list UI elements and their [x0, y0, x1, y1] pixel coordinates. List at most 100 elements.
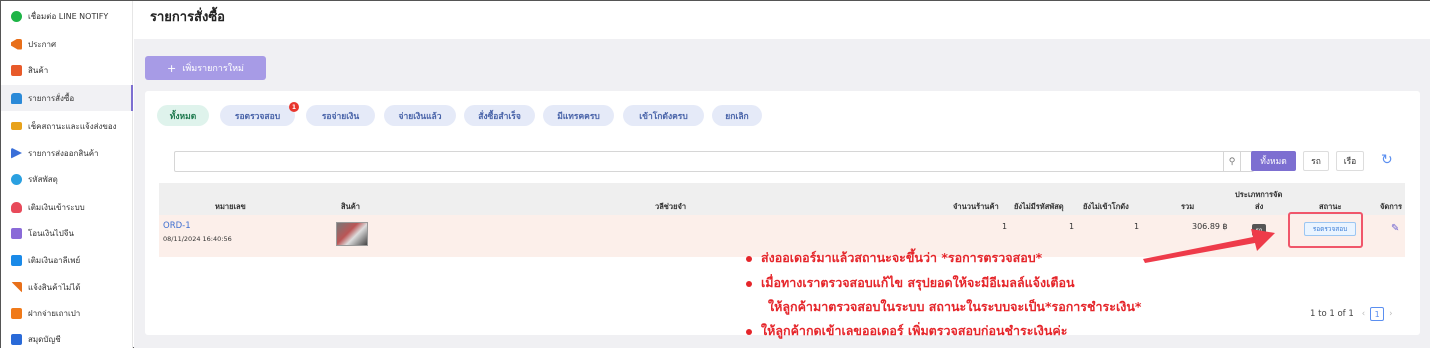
sidebar-item-account-book[interactable]: สมุดบัญชี	[1, 326, 133, 348]
search-icon: ⚲	[1228, 156, 1236, 167]
sidebar-item-label: เชื่อมต่อ LINE NOTIFY	[28, 11, 109, 21]
col-product: สินค้า	[341, 202, 360, 211]
col-shops: จำนวนร้านค้า	[953, 202, 999, 211]
col-total: รวม	[1181, 202, 1195, 211]
page-title: รายการสั่งซื้อ	[150, 10, 225, 25]
filter-ship[interactable]: เรือ	[1336, 151, 1364, 171]
sidebar-item-exports[interactable]: รายการส่งออกสินค้า	[1, 140, 133, 166]
tab-tracking-complete[interactable]: มีแทรคครบ	[543, 105, 614, 126]
alipay-icon	[11, 254, 22, 266]
sidebar-item-label: เติมเงินอาลีเพย์	[28, 255, 81, 265]
tab-order-complete[interactable]: สั่งซื้อสำเร็จ	[464, 105, 535, 126]
tab-label: ยกเลิก	[725, 111, 749, 122]
tab-pending-review[interactable]: รอตรวจสอบ 1	[220, 102, 299, 126]
col-memo: วลีช่วยจำ	[655, 202, 687, 211]
sidebar-item-label: สมุดบัญชี	[28, 334, 61, 344]
tab-label: มีแทรคครบ	[557, 111, 600, 122]
annotation-arrow-icon	[1143, 229, 1275, 263]
sidebar-item-label: รายการส่งออกสินค้า	[28, 148, 99, 158]
tab-in-warehouse[interactable]: เข้าโกดังครบ	[623, 105, 704, 126]
col-not-in-warehouse: ยังไม่เข้าโกดัง	[1083, 202, 1129, 211]
sidebar-item-orders[interactable]: รายการสั่งซื้อ	[1, 85, 133, 111]
page-number-button[interactable]: 1	[1370, 307, 1385, 321]
add-order-label: เพิ่มรายการใหม่	[182, 64, 244, 74]
sidebar-item-label: ประกาศ	[28, 39, 57, 49]
col-actions: จัดการ	[1380, 202, 1403, 211]
sidebar-item-shipping-status[interactable]: เช็คสถานะและแจ้งส่งของ	[1, 113, 133, 139]
tab-label: สั่งซื้อสำเร็จ	[478, 111, 521, 122]
annotation-line-3: ให้ลูกค้ามาตรวจสอบในระบบ สถานะในระบบจะเป…	[768, 297, 1141, 317]
sidebar-item-label: โอนเงินไปจีน	[28, 228, 74, 238]
no-tracking-count: 1	[1069, 222, 1075, 231]
order-datetime: 08/11/2024 16:40:56	[163, 235, 232, 243]
tab-awaiting-payment[interactable]: รอจ่ายเงิน	[306, 105, 375, 126]
prev-page-icon[interactable]: ‹	[1362, 309, 1365, 319]
sidebar-item-label: เช็คสถานะและแจ้งส่งของ	[28, 121, 117, 131]
tab-cancelled[interactable]: ยกเลิก	[712, 105, 762, 126]
taobao-icon	[11, 307, 22, 319]
edit-icon[interactable]: ✎	[1391, 223, 1399, 234]
cart-icon	[11, 92, 22, 104]
sidebar-item-transfer-china[interactable]: โอนเงินไปจีน	[1, 220, 133, 246]
sidebar-item-alipay[interactable]: เติมเงินอาลีเพย์	[1, 247, 133, 273]
sidebar-item-products[interactable]: สินค้า	[1, 57, 133, 83]
truck-icon	[11, 122, 22, 130]
plus-icon: +	[167, 61, 177, 75]
col-order-no: หมายเลข	[215, 202, 246, 211]
sidebar-item-report-missing[interactable]: แจ้งสินค้าไม่ได้	[1, 274, 133, 300]
annotation-line-1: ส่งออเดอร์มาแล้วสถานะจะขึ้นว่า *รอการตรว…	[746, 248, 1042, 268]
annotation-text: ส่งออเดอร์มาแล้วสถานะจะขึ้นว่า *รอการตรว…	[761, 250, 1043, 265]
sidebar-item-label: สินค้า	[28, 65, 49, 75]
bullet-icon	[746, 280, 752, 287]
status-badge: รอตรวจสอบ	[1304, 222, 1356, 236]
export-icon	[11, 147, 22, 159]
tab-paid[interactable]: จ่ายเงินแล้ว	[384, 105, 456, 126]
sidebar-item-topup[interactable]: เติมเงินเข้าระบบ	[1, 194, 133, 220]
next-page-icon[interactable]: ›	[1389, 309, 1392, 319]
line-icon	[11, 10, 22, 22]
sidebar-item-label: รายการสั่งซื้อ	[28, 93, 75, 103]
filter-label: รถ	[1311, 157, 1321, 167]
sidebar-item-label: ฝากจ่ายเถาเปา	[28, 308, 81, 318]
not-in-warehouse-count: 1	[1134, 222, 1140, 231]
col-shipping-type-2: ส่ง	[1255, 202, 1264, 211]
sidebar-item-taobao[interactable]: ฝากจ่ายเถาเปา	[1, 300, 133, 326]
filter-truck[interactable]: รถ	[1303, 151, 1329, 171]
count-badge: 1	[289, 102, 299, 112]
product-thumbnail[interactable]	[336, 222, 368, 246]
filter-all[interactable]: ทั้งหมด	[1251, 151, 1296, 171]
tab-all[interactable]: ทั้งหมด	[157, 105, 209, 126]
bullet-icon	[746, 255, 752, 262]
search-input[interactable]	[174, 151, 1254, 172]
sidebar-item-tracking[interactable]: รหัสพัสดุ	[1, 166, 133, 192]
sidebar-item-label: รหัสพัสดุ	[28, 174, 58, 184]
table-header: หมายเลข สินค้า วลีช่วยจำ จำนวนร้านค้า ยั…	[159, 183, 1405, 215]
refresh-icon[interactable]: ↻	[1381, 152, 1393, 168]
filter-label: ทั้งหมด	[1260, 157, 1287, 167]
pagination-summary: 1 to 1 of 1	[1310, 309, 1354, 319]
sidebar-item-announcement[interactable]: ประกาศ	[1, 31, 133, 57]
search-button[interactable]: ⚲	[1223, 151, 1241, 172]
tab-label: เข้าโกดังครบ	[639, 111, 688, 122]
wallet-icon	[11, 201, 22, 213]
parcel-icon	[11, 173, 22, 185]
transfer-icon	[11, 227, 22, 239]
pagination: 1 to 1 of 1 ‹ 1 ›	[1310, 307, 1393, 321]
col-shipping-type: ประเภทการจัด	[1235, 190, 1283, 199]
tab-label: ทั้งหมด	[169, 111, 197, 122]
sidebar-item-label: เติมเงินเข้าระบบ	[28, 202, 85, 212]
col-no-tracking: ยังไม่มีรหัสพัสดุ	[1014, 202, 1064, 211]
filter-label: เรือ	[1343, 157, 1357, 167]
header: รายการสั่งซื้อ	[134, 1, 1430, 39]
box-icon	[11, 64, 22, 76]
annotation-text: เมื่อทางเราตรวจสอบแก้ไข สรุปยอดให้จะมีอี…	[761, 275, 1075, 290]
sidebar-item-line-notify[interactable]: เชื่อมต่อ LINE NOTIFY	[1, 3, 133, 29]
bullet-icon	[746, 328, 752, 335]
annotation-text: ให้ลูกค้ากดเข้าเลขออเดอร์ เพิ่มตรวจสอบก่…	[761, 323, 1068, 338]
tab-label: รอจ่ายเงิน	[321, 111, 360, 122]
add-order-button[interactable]: + เพิ่มรายการใหม่	[145, 56, 266, 80]
annotation-line-2: เมื่อทางเราตรวจสอบแก้ไข สรุปยอดให้จะมีอี…	[746, 273, 1075, 293]
report-icon	[11, 281, 22, 293]
order-number-link[interactable]: ORD-1	[163, 221, 191, 231]
shops-count: 1	[1002, 222, 1008, 231]
